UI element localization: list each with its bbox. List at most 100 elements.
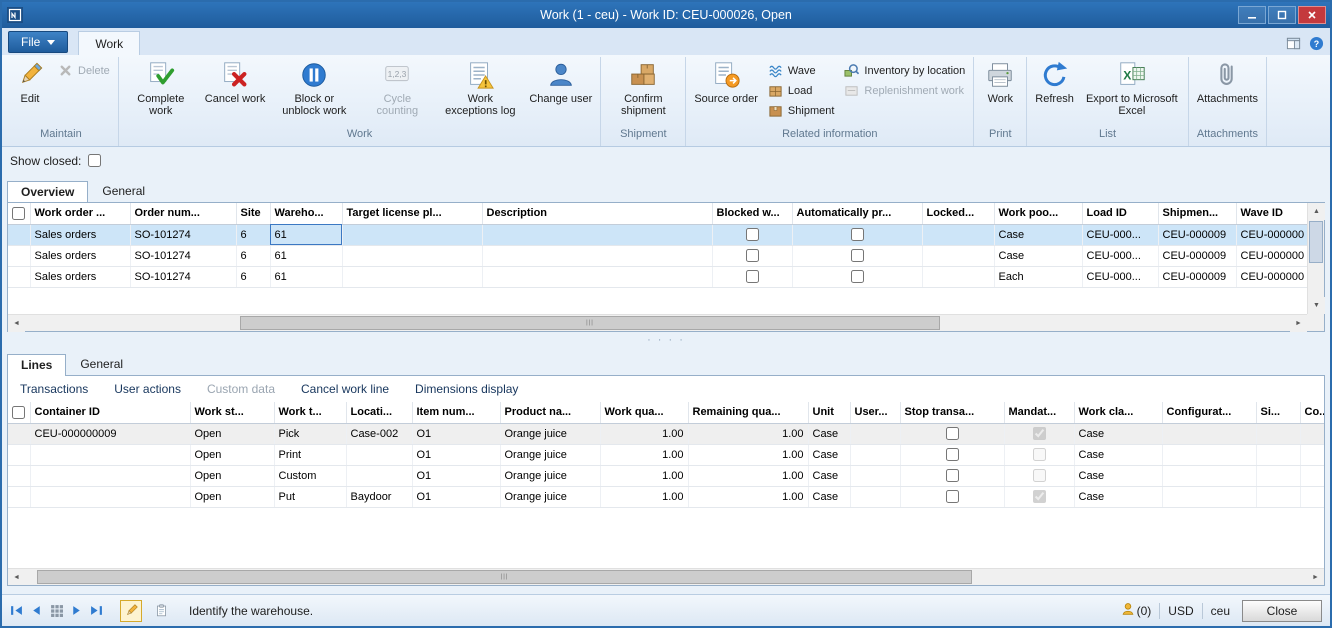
grid-cell[interactable] [1162, 486, 1256, 507]
table-row[interactable]: CEU-000000009OpenPickCase-002O1Orange ju… [8, 423, 1324, 444]
grid-view-button[interactable] [50, 604, 63, 617]
notifications-button[interactable]: (0) [1121, 602, 1152, 619]
grid-cell[interactable]: O1 [412, 423, 500, 444]
grid-cell[interactable]: Baydoor [346, 486, 412, 507]
grid-cell[interactable] [850, 444, 900, 465]
grid-cell[interactable]: SO-101274 [130, 245, 236, 266]
scroll-left-button[interactable]: ◄ [8, 315, 25, 332]
grid-cell[interactable]: Case [808, 486, 850, 507]
cancel-work-button[interactable]: Cancel work [200, 57, 271, 105]
grid-cell[interactable] [342, 245, 482, 266]
cell-checkbox[interactable] [746, 249, 759, 262]
column-header[interactable]: Work poo... [994, 203, 1082, 224]
transactions-link[interactable]: Transactions [20, 382, 88, 396]
column-header[interactable]: Work order ... [30, 203, 130, 224]
scroll-down-button[interactable]: ▼ [1308, 297, 1325, 314]
horizontal-scroll-thumb[interactable]: ||| [240, 316, 940, 330]
grid-cell[interactable] [1300, 465, 1324, 486]
grid-cell[interactable]: 1.00 [688, 423, 808, 444]
grid-cell[interactable] [346, 444, 412, 465]
column-header[interactable]: Blocked w... [712, 203, 792, 224]
cell-checkbox[interactable] [946, 490, 959, 503]
grid-cell[interactable] [1162, 423, 1256, 444]
clipboard-icon[interactable] [155, 604, 168, 617]
cell-checkbox[interactable] [851, 270, 864, 283]
tab-overview[interactable]: Overview [7, 181, 88, 203]
table-row[interactable]: OpenPrintO1Orange juice1.001.00CaseCase [8, 444, 1324, 465]
grid-cell[interactable]: Custom [274, 465, 346, 486]
column-header[interactable]: Wave ID [1236, 203, 1307, 224]
grid-cell[interactable]: SO-101274 [130, 266, 236, 287]
cell-checkbox[interactable] [946, 448, 959, 461]
attachments-button[interactable]: Attachments [1192, 57, 1263, 105]
column-header[interactable]: Unit [808, 402, 850, 423]
column-header[interactable]: Locati... [346, 402, 412, 423]
grid-cell[interactable]: 6 [236, 266, 270, 287]
work-exceptions-log-button[interactable]: Work exceptions log [436, 57, 524, 117]
grid-cell[interactable]: 1.00 [600, 423, 688, 444]
grid-cell[interactable] [1162, 465, 1256, 486]
close-button[interactable]: Close [1242, 600, 1322, 622]
nav-last-button[interactable] [90, 604, 103, 617]
column-header[interactable]: Description [482, 203, 712, 224]
select-all-checkbox[interactable] [12, 207, 25, 220]
column-header[interactable]: Mandat... [1004, 402, 1074, 423]
window-layout-icon[interactable] [1286, 36, 1301, 51]
grid-cell[interactable] [342, 224, 482, 245]
complete-work-button[interactable]: Complete work [122, 57, 200, 117]
inventory-by-location-button[interactable]: Inventory by location [841, 62, 968, 79]
grid-cell[interactable]: Each [994, 266, 1082, 287]
grid-cell[interactable]: 6 [236, 224, 270, 245]
grid-cell[interactable] [922, 266, 994, 287]
maximize-button[interactable] [1268, 6, 1296, 24]
grid-cell[interactable] [850, 465, 900, 486]
column-header[interactable]: Shipmen... [1158, 203, 1236, 224]
grid-cell[interactable]: Open [190, 486, 274, 507]
grid-cell[interactable]: 6 [236, 245, 270, 266]
file-menu-button[interactable]: File [8, 31, 68, 53]
cell-checkbox[interactable] [946, 427, 959, 440]
column-header[interactable]: Load ID [1082, 203, 1158, 224]
table-row[interactable]: Sales ordersSO-101274661EachCEU-000...CE… [8, 266, 1307, 287]
column-header[interactable]: Item num... [412, 402, 500, 423]
grid-cell[interactable] [482, 224, 712, 245]
grid-cell[interactable] [1300, 423, 1324, 444]
table-row[interactable]: OpenCustomO1Orange juice1.001.00CaseCase [8, 465, 1324, 486]
column-header[interactable]: Co... [1300, 402, 1324, 423]
vertical-scrollbar[interactable]: ▲ ▼ [1307, 203, 1324, 314]
grid-cell[interactable]: CEU-000000 [1236, 224, 1307, 245]
grid-cell[interactable]: CEU-000... [1082, 245, 1158, 266]
grid-cell[interactable]: CEU-000000009 [30, 423, 190, 444]
column-header[interactable]: Locked... [922, 203, 994, 224]
grid-cell[interactable]: Orange juice [500, 465, 600, 486]
grid-cell[interactable]: Case-002 [346, 423, 412, 444]
grid-cell[interactable]: Sales orders [30, 224, 130, 245]
grid-cell[interactable]: 1.00 [688, 465, 808, 486]
column-header[interactable]: Si... [1256, 402, 1300, 423]
edit-mode-button[interactable] [120, 600, 142, 622]
grid-cell[interactable]: 61 [270, 266, 342, 287]
grid-cell[interactable] [342, 266, 482, 287]
grid-cell[interactable]: Case [1074, 444, 1162, 465]
scroll-right-button[interactable]: ► [1307, 569, 1324, 586]
grid-cell[interactable]: Case [1074, 465, 1162, 486]
grid-cell[interactable] [1256, 423, 1300, 444]
grid-cell[interactable]: CEU-000000 [1236, 245, 1307, 266]
grid-cell[interactable]: Case [1074, 423, 1162, 444]
minimize-button[interactable] [1238, 6, 1266, 24]
grid-cell[interactable] [30, 444, 190, 465]
cell-checkbox[interactable] [851, 228, 864, 241]
grid-cell[interactable]: Open [190, 465, 274, 486]
grid-cell[interactable]: SO-101274 [130, 224, 236, 245]
grid-cell[interactable]: Case [808, 423, 850, 444]
column-header[interactable]: Configurat... [1162, 402, 1256, 423]
overview-horizontal-scrollbar[interactable]: ◄ ||| ► [8, 314, 1307, 331]
grid-cell[interactable]: CEU-000009 [1158, 266, 1236, 287]
column-header[interactable]: Wareho... [270, 203, 342, 224]
wave-button[interactable]: Wave [765, 62, 837, 79]
table-row[interactable]: OpenPutBaydoorO1Orange juice1.001.00Case… [8, 486, 1324, 507]
grid-cell[interactable]: Put [274, 486, 346, 507]
grid-cell[interactable] [1256, 486, 1300, 507]
grid-cell[interactable]: 1.00 [600, 465, 688, 486]
tab-general-lines[interactable]: General [66, 353, 137, 375]
